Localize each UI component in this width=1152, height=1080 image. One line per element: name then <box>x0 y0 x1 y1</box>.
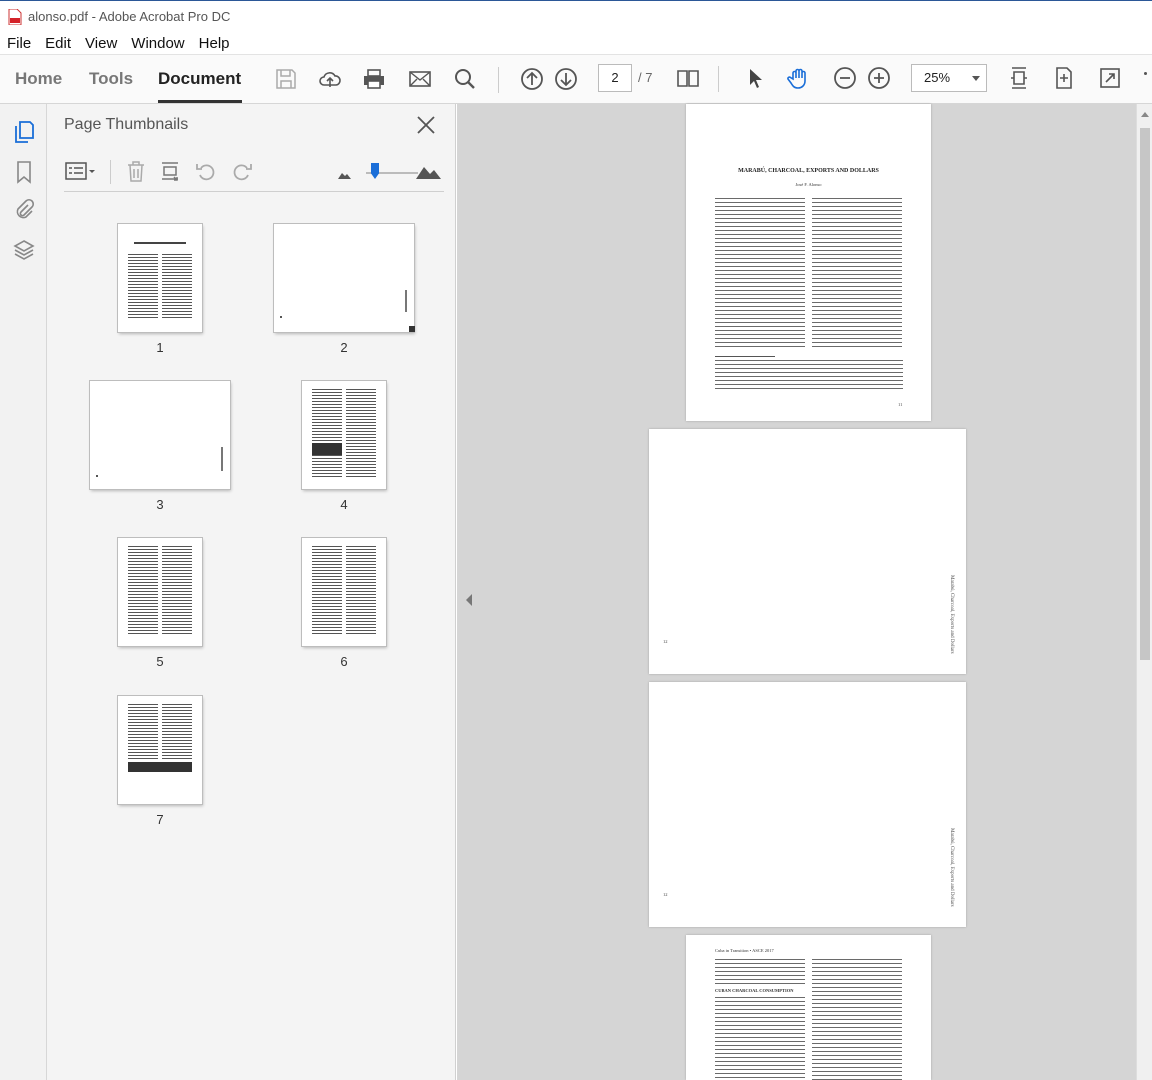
page-number-input[interactable]: 2 <box>598 64 632 92</box>
close-icon[interactable] <box>415 114 437 136</box>
thumbnail-page-2[interactable] <box>274 224 415 332</box>
document-page-2: 12 Marabú, Charcoal, Exports and Dollars <box>649 429 966 674</box>
text-column <box>715 997 805 1080</box>
print-icon[interactable] <box>362 67 386 91</box>
large-thumbnail-icon[interactable] <box>414 159 442 183</box>
zoom-select[interactable]: 25% <box>911 64 987 92</box>
zoom-value: 25% <box>924 70 951 85</box>
thumbnail-page-7[interactable] <box>118 696 202 804</box>
running-head: Marabú, Charcoal, Exports and Dollars <box>949 828 954 907</box>
delete-icon[interactable] <box>124 159 148 183</box>
layers-icon[interactable] <box>12 238 36 262</box>
section-heading: CUBAN CHARCOAL CONSUMPTION <box>715 988 794 993</box>
footnote-rule <box>715 356 775 357</box>
zoom-in-icon[interactable] <box>867 66 891 90</box>
tab-tools[interactable]: Tools <box>89 69 133 89</box>
article-author: José F. Alonso <box>795 182 822 187</box>
attachment-icon[interactable] <box>12 198 36 222</box>
email-icon[interactable] <box>408 67 432 91</box>
tab-home[interactable]: Home <box>15 69 62 89</box>
window-title: alonso.pdf - Adobe Acrobat Pro DC <box>28 9 231 24</box>
page-number: 12 <box>663 892 668 897</box>
thumbnail-label: 2 <box>340 340 348 355</box>
search-icon[interactable] <box>453 67 477 91</box>
rotate-right-icon[interactable] <box>230 159 254 183</box>
toolbar-divider <box>110 160 111 184</box>
page-thumbnails-panel: Page Thumbnails 1 2 3 4 5 6 7 <box>47 104 456 1080</box>
zoom-out-icon[interactable] <box>833 66 857 90</box>
menu-file[interactable]: File <box>7 35 31 52</box>
select-cursor-icon[interactable] <box>744 66 768 90</box>
crop-pages-icon[interactable] <box>158 159 182 183</box>
cloud-upload-icon[interactable] <box>318 67 342 91</box>
thumbnail-page-6[interactable] <box>302 538 386 646</box>
small-thumbnail-icon[interactable] <box>332 159 356 183</box>
thumbnail-page-4[interactable] <box>302 381 386 489</box>
vertical-scrollbar[interactable] <box>1136 104 1152 1080</box>
menu-window[interactable]: Window <box>131 35 184 52</box>
article-title: MARABÚ, CHARCOAL, EXPORTS AND DOLLARS <box>738 168 879 174</box>
menu-bar: File Edit View Window Help <box>0 32 1152 54</box>
page-display-icon[interactable] <box>676 66 700 90</box>
document-page-1: MARABÚ, CHARCOAL, EXPORTS AND DOLLARS Jo… <box>686 104 931 421</box>
page-thumbnails-icon[interactable] <box>12 120 36 144</box>
save-icon[interactable] <box>274 67 298 91</box>
text-column <box>812 198 902 348</box>
toolbar-divider <box>498 67 499 93</box>
options-menu-icon[interactable] <box>64 159 98 183</box>
panel-title: Page Thumbnails <box>64 116 189 133</box>
thumbnail-label: 1 <box>156 340 164 355</box>
thumbnail-page-5[interactable] <box>118 538 202 646</box>
active-tab-indicator <box>158 100 242 103</box>
document-page-4: Cuba in Transition • ASCE 2017 CUBAN CHA… <box>686 935 931 1080</box>
rotate-left-icon[interactable] <box>194 159 218 183</box>
slider-handle[interactable] <box>371 163 379 179</box>
hand-tool-icon[interactable] <box>787 66 811 90</box>
previous-page-icon[interactable] <box>520 67 544 91</box>
page-total: / 7 <box>638 70 653 85</box>
collapse-panel-icon[interactable] <box>466 594 472 606</box>
text-column <box>812 959 902 1080</box>
pdf-file-icon <box>8 8 22 25</box>
next-page-icon[interactable] <box>554 67 578 91</box>
thumbnail-label: 3 <box>156 497 164 512</box>
document-page-3: 12 Marabú, Charcoal, Exports and Dollars <box>649 682 966 927</box>
running-header: Cuba in Transition • ASCE 2017 <box>715 948 774 953</box>
title-bar: alonso.pdf - Adobe Acrobat Pro DC <box>0 0 1152 32</box>
text-column <box>715 198 805 348</box>
full-screen-icon[interactable] <box>1098 66 1122 90</box>
export-pdf-icon[interactable] <box>1052 66 1076 90</box>
text-column <box>715 959 805 985</box>
thumbnail-page-1[interactable] <box>118 224 202 332</box>
toolbar-divider <box>718 66 719 92</box>
more-tools-icon[interactable] <box>1144 72 1147 75</box>
menu-view[interactable]: View <box>85 35 117 52</box>
thumbnails-toolbar <box>64 152 444 192</box>
page-number: 11 <box>898 402 903 407</box>
thumbnail-label: 4 <box>340 497 348 512</box>
fit-page-icon[interactable] <box>1007 66 1031 90</box>
tab-document[interactable]: Document <box>158 69 241 89</box>
thumbnail-label: 5 <box>156 654 164 669</box>
menu-edit[interactable]: Edit <box>45 35 71 52</box>
bookmark-icon[interactable] <box>12 160 36 184</box>
scrollbar-thumb[interactable] <box>1140 128 1150 660</box>
scroll-up-arrow-icon[interactable] <box>1141 112 1149 117</box>
thumbnail-page-3[interactable] <box>90 381 230 489</box>
left-navigation-rail <box>0 104 47 1080</box>
footnotes <box>715 360 903 390</box>
running-head: Marabú, Charcoal, Exports and Dollars <box>949 575 954 654</box>
chevron-down-icon <box>972 76 980 81</box>
thumbnail-label: 6 <box>340 654 348 669</box>
page-number: 12 <box>663 639 668 644</box>
menu-help[interactable]: Help <box>199 35 230 52</box>
thumbnail-label: 7 <box>156 812 164 827</box>
